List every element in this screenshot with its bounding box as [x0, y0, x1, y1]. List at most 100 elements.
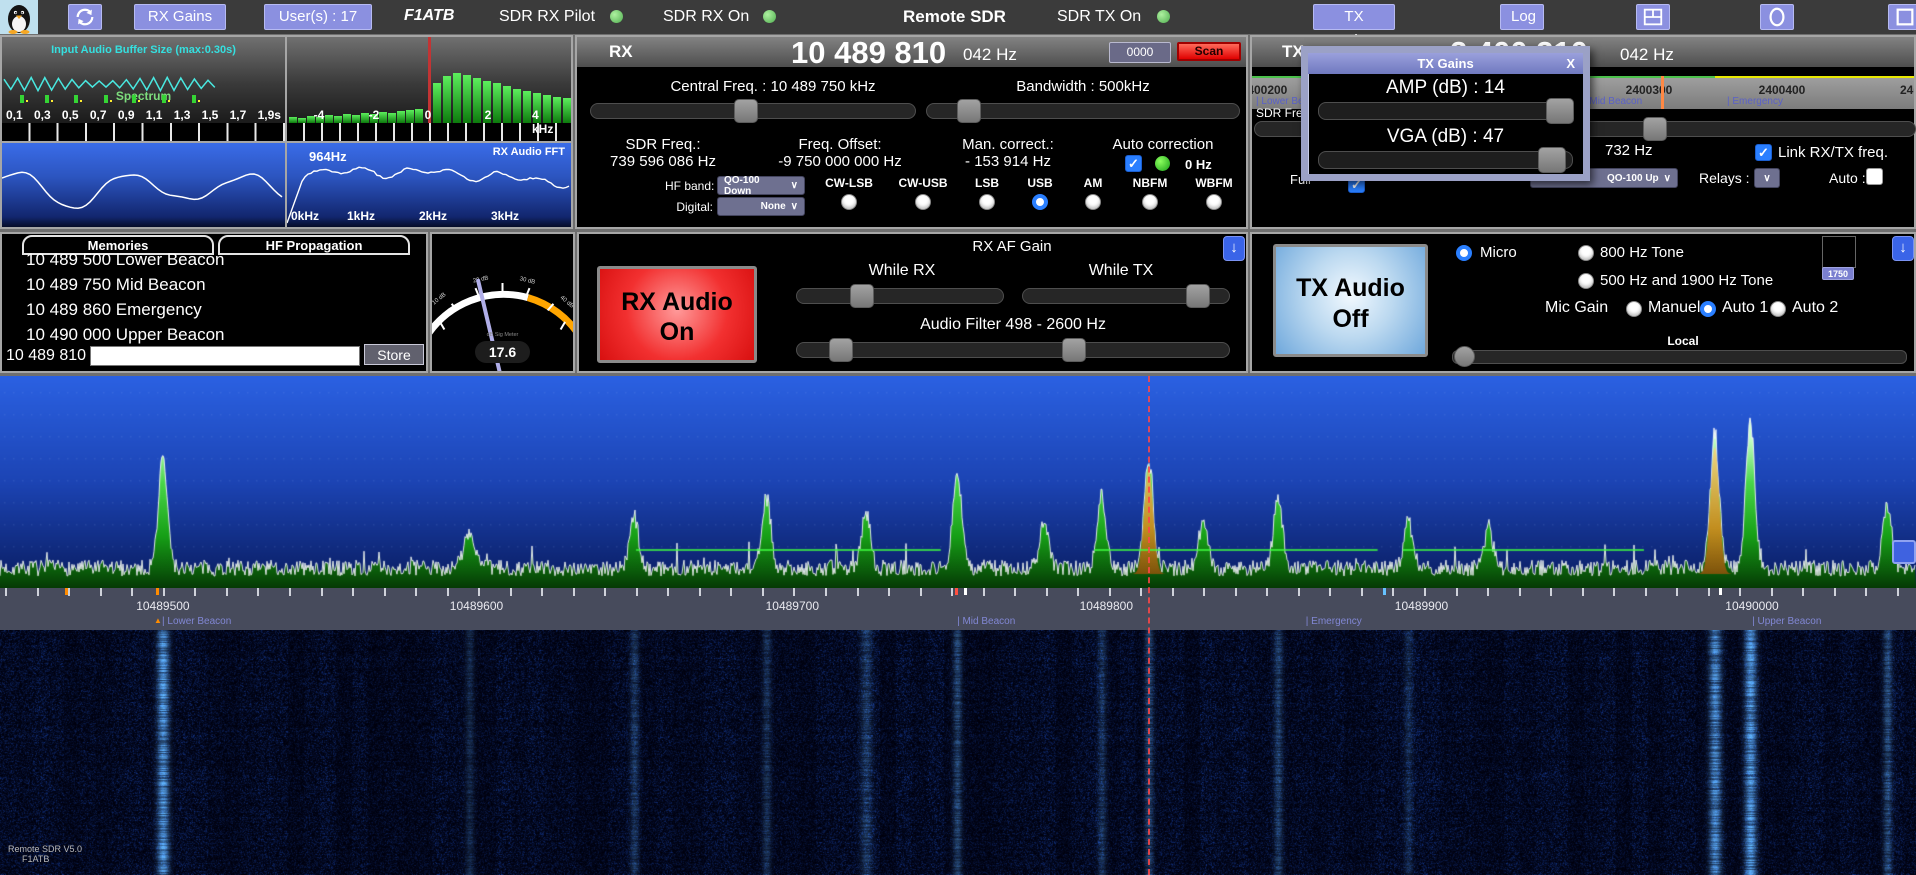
popup-close-button[interactable]: X — [1566, 56, 1575, 71]
panorama-spectrum[interactable] — [0, 376, 1916, 588]
tx-scale-label: 2400 — [1900, 83, 1914, 97]
axis-tick — [1014, 588, 1016, 596]
tx-audio-state-button[interactable]: TX AudioOff — [1273, 244, 1428, 357]
tx-audio-download-button[interactable]: ↓ — [1892, 236, 1914, 261]
users-count-button[interactable]: User(s) : 17 — [264, 4, 372, 30]
buffer-bar-dot — [198, 100, 200, 102]
while-rx-slider[interactable] — [796, 284, 1004, 306]
dtmf-keypad-icon[interactable] — [1822, 236, 1856, 268]
axis-tick — [1266, 588, 1268, 596]
memory-item[interactable]: 10 489 500 Lower Beacon — [26, 250, 225, 270]
central-freq-slider[interactable] — [590, 99, 916, 121]
buffer-tick-label: 1,5 — [202, 108, 219, 122]
iq-bar — [473, 78, 481, 123]
mic-gain-auto1-radio[interactable] — [1700, 301, 1716, 317]
refresh-button[interactable] — [68, 4, 102, 30]
scope-button[interactable] — [1760, 4, 1794, 30]
bandwidth-slider[interactable] — [926, 99, 1240, 121]
relays-select[interactable]: ∨ — [1754, 168, 1780, 188]
code-button[interactable]: 0000 — [1109, 42, 1171, 63]
iq-bar — [513, 89, 521, 123]
svg-text:40 dB: 40 dB — [559, 295, 573, 310]
sdr-rx-on-label: SDR RX On — [663, 8, 749, 26]
digital-select[interactable]: None∨ — [717, 197, 805, 216]
tx-beacon-label: | Mid Beacon — [1584, 96, 1642, 107]
rx-gains-button[interactable]: RX Gains — [134, 4, 226, 30]
amp-gain-slider[interactable] — [1318, 98, 1573, 122]
axis-tick — [1582, 588, 1584, 596]
buffer-bar — [162, 95, 166, 103]
mode-radio-nbfm[interactable] — [1142, 194, 1158, 210]
memory-item[interactable]: 10 490 000 Upper Beacon — [26, 325, 225, 345]
fullscreen-button[interactable] — [1888, 4, 1916, 30]
popup-title-bar[interactable]: TX Gains X — [1308, 53, 1583, 74]
hf-band-select[interactable]: QO-100 Down∨ — [717, 176, 805, 195]
rx-audio-fft-panel: 964Hz RX Audio FFT 0kHz1kHz2kHz3kHz — [287, 143, 571, 227]
frequency-axis[interactable]: 1048950010489600104897001048980010489900… — [0, 588, 1916, 630]
tx-scale-label: 2400400 — [1759, 83, 1806, 97]
window-layout-button[interactable] — [1636, 4, 1670, 30]
man-correct-value: - 153 914 Hz — [965, 153, 1051, 170]
link-rx-tx-label: Link RX/TX freq. — [1778, 144, 1888, 161]
mode-label-nbfm: NBFM — [1133, 176, 1168, 190]
iq-bar — [493, 83, 501, 123]
beacon-label: | Lower Beacon — [162, 616, 231, 627]
local-volume-slider[interactable] — [1452, 346, 1907, 368]
mode-label-wbfm: WBFM — [1195, 176, 1232, 190]
source-500-1900hz-radio[interactable] — [1578, 273, 1594, 289]
memory-name-input[interactable] — [90, 346, 360, 366]
digital-label: Digital: — [670, 200, 713, 214]
mic-gain-manuel-radio[interactable] — [1626, 301, 1642, 317]
tab-hf-propagation[interactable]: HF Propagation — [218, 235, 410, 255]
tx-man-correct-value: 732 Hz — [1605, 142, 1653, 159]
axis-tick — [1392, 588, 1394, 596]
memory-item[interactable]: 10 489 860 Emergency — [26, 300, 202, 320]
buffer-tick-label: 0,7 — [90, 108, 107, 122]
buffer-bar-dot — [51, 100, 53, 102]
chevron-down-icon: ∨ — [1763, 173, 1770, 184]
axis-tick — [384, 588, 386, 596]
beacon-label: | Emergency — [1306, 616, 1362, 627]
memory-item[interactable]: 10 489 750 Mid Beacon — [26, 275, 206, 295]
iq-bar — [343, 114, 351, 123]
buffer-bar-dot — [138, 100, 140, 102]
auto-correction-checkbox[interactable]: ✓ — [1125, 155, 1142, 172]
audio-filter-label: Audio Filter 498 - 2600 Hz — [920, 316, 1106, 334]
tx-auto-checkbox[interactable] — [1866, 168, 1883, 185]
source-800hz-radio[interactable] — [1578, 245, 1594, 261]
rx-af-gain-title: RX AF Gain — [972, 238, 1051, 255]
axis-tick — [699, 588, 701, 596]
rx-audio-state-button[interactable]: RX AudioOn — [597, 266, 757, 363]
axis-tick — [226, 588, 228, 596]
log-button[interactable]: Log — [1500, 4, 1544, 30]
axis-tick — [1487, 588, 1489, 596]
scan-button[interactable]: Scan — [1177, 42, 1241, 61]
auto-correction-value: 0 Hz — [1185, 157, 1212, 172]
vga-gain-slider[interactable] — [1318, 147, 1573, 171]
mode-radio-cw-lsb[interactable] — [841, 194, 857, 210]
source-micro-radio[interactable] — [1456, 245, 1472, 261]
beacon-label: | Upper Beacon — [1752, 616, 1821, 627]
mode-radio-am[interactable] — [1085, 194, 1101, 210]
rx-audio-download-button[interactable]: ↓ — [1223, 236, 1245, 261]
mode-radio-cw-usb[interactable] — [915, 194, 931, 210]
buffer-tick-label: 0,5 — [62, 108, 79, 122]
tx-gains-button[interactable]: TX Gains — [1313, 4, 1395, 30]
mode-radio-lsb[interactable] — [979, 194, 995, 210]
rx-tuning-cursor[interactable] — [1148, 376, 1150, 875]
axis-tick — [1865, 588, 1867, 596]
link-rx-tx-checkbox[interactable]: ✓ — [1755, 144, 1772, 161]
waterfall[interactable]: Remote SDR V5.0 F1ATB — [0, 630, 1916, 875]
hf-band-label: HF band: — [665, 179, 713, 193]
store-button[interactable]: Store — [364, 344, 424, 365]
audio-filter-slider[interactable] — [796, 338, 1230, 360]
mode-radio-wbfm[interactable] — [1206, 194, 1222, 210]
mode-radio-usb[interactable] — [1032, 194, 1048, 210]
mic-gain-auto2-radio[interactable] — [1770, 301, 1786, 317]
panorama-corner-button[interactable] — [1892, 540, 1916, 564]
tone-1750-button[interactable]: 1750 — [1822, 267, 1854, 280]
buffer-bar-dot — [110, 100, 112, 102]
axis-tick — [857, 588, 859, 596]
iq-tick-label: 0 — [425, 108, 432, 122]
while-tx-slider[interactable] — [1022, 284, 1230, 306]
